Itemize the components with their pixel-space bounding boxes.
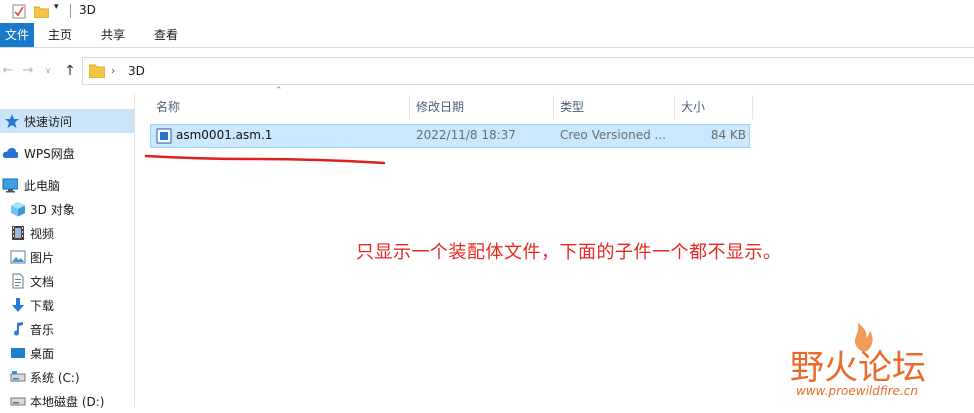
assembly-file-icon: [156, 128, 172, 144]
computer-icon: [2, 178, 18, 193]
properties-icon[interactable]: [12, 4, 26, 19]
up-arrow-icon[interactable]: ↑: [62, 63, 78, 79]
nav-item-wps-cloud[interactable]: WPS网盘: [0, 141, 134, 165]
nav-item-music[interactable]: 音乐: [0, 317, 134, 341]
nav-item-label: 图片: [30, 251, 55, 265]
film-icon: [12, 226, 24, 240]
nav-item-label: 3D 对象: [30, 203, 75, 217]
file-type: Creo Versioned ...: [560, 128, 666, 142]
nav-item-pictures[interactable]: 图片: [0, 245, 134, 269]
customize-toolbar-icon[interactable]: ▾: [54, 2, 59, 12]
window-title: 3D: [79, 3, 96, 17]
file-name[interactable]: asm0001.asm.1: [176, 128, 272, 142]
red-underline-annotation: [144, 154, 386, 165]
back-arrow-icon[interactable]: ←: [0, 63, 16, 79]
recent-locations-chevron-icon[interactable]: ∨: [40, 63, 56, 79]
tab-share[interactable]: 共享: [88, 23, 138, 47]
drive-icon: [10, 371, 26, 382]
new-folder-icon[interactable]: [34, 5, 49, 18]
column-header-type[interactable]: 类型: [560, 95, 670, 119]
nav-item-drive-d[interactable]: 本地磁盘 (D:): [0, 389, 134, 413]
column-separator[interactable]: [674, 95, 675, 119]
watermark-url: www.proewildfire.cn: [796, 384, 918, 398]
nav-item-label: 文档: [30, 275, 55, 289]
file-date: 2022/11/8 18:37: [416, 128, 516, 142]
column-separator[interactable]: [553, 95, 554, 119]
tab-view[interactable]: 查看: [142, 23, 190, 47]
tab-home[interactable]: 主页: [38, 23, 82, 47]
address-bar[interactable]: › 3D: [82, 57, 974, 85]
breadcrumb-item[interactable]: 3D: [128, 64, 145, 78]
nav-item-quick-access[interactable]: 快速访问: [0, 109, 134, 133]
nav-item-drive-c[interactable]: 系统 (C:): [0, 365, 134, 389]
file-size: 84 KB: [710, 128, 746, 142]
column-header-name[interactable]: 名称: [156, 95, 406, 119]
nav-item-label: 下载: [30, 299, 55, 313]
navigation-pane: 快速访问 WPS网盘 此电脑 3D 对象 视频 图片 文档 下载 音乐 桌面 系…: [0, 93, 134, 409]
tab-file[interactable]: 文件: [0, 23, 34, 47]
download-arrow-icon: [12, 298, 24, 312]
nav-item-label: 此电脑: [24, 179, 61, 193]
nav-item-downloads[interactable]: 下载: [0, 293, 134, 317]
music-note-icon: [14, 322, 23, 336]
cloud-icon: [2, 148, 18, 158]
nav-item-3d-objects[interactable]: 3D 对象: [0, 197, 134, 221]
column-separator[interactable]: [752, 95, 753, 119]
desktop-icon: [11, 348, 25, 358]
title-bar: ▾ 3D: [0, 0, 974, 23]
nav-item-documents[interactable]: 文档: [0, 269, 134, 293]
nav-item-label: 本地磁盘 (D:): [30, 395, 105, 409]
nav-item-this-pc[interactable]: 此电脑: [0, 173, 134, 197]
ribbon-tabs: 文件 主页 共享 查看: [0, 23, 974, 48]
annotation-text: 只显示一个装配体文件，下面的子件一个都不显示。: [356, 242, 782, 263]
nav-item-label: 快速访问: [24, 115, 73, 129]
nav-item-desktop[interactable]: 桌面: [0, 341, 134, 365]
column-header-size[interactable]: 大小: [681, 95, 741, 119]
nav-item-label: 桌面: [30, 347, 55, 361]
column-separator[interactable]: [409, 95, 410, 119]
column-header-date[interactable]: 修改日期: [416, 95, 546, 119]
forward-arrow-icon[interactable]: →: [20, 63, 36, 79]
nav-item-label: 系统 (C:): [30, 371, 80, 385]
pane-divider[interactable]: [134, 93, 135, 407]
nav-item-videos[interactable]: 视频: [0, 221, 134, 245]
watermark-brand: 野火论坛: [790, 348, 926, 388]
cube-icon: [11, 202, 25, 217]
title-divider: [70, 4, 71, 18]
picture-icon: [10, 250, 26, 264]
breadcrumb-separator-icon[interactable]: ›: [111, 64, 115, 77]
star-icon: [5, 114, 19, 128]
nav-item-label: 音乐: [30, 323, 55, 337]
document-icon: [12, 273, 24, 289]
nav-item-label: WPS网盘: [24, 147, 75, 161]
folder-icon: [89, 64, 105, 78]
nav-item-label: 视频: [30, 227, 55, 241]
